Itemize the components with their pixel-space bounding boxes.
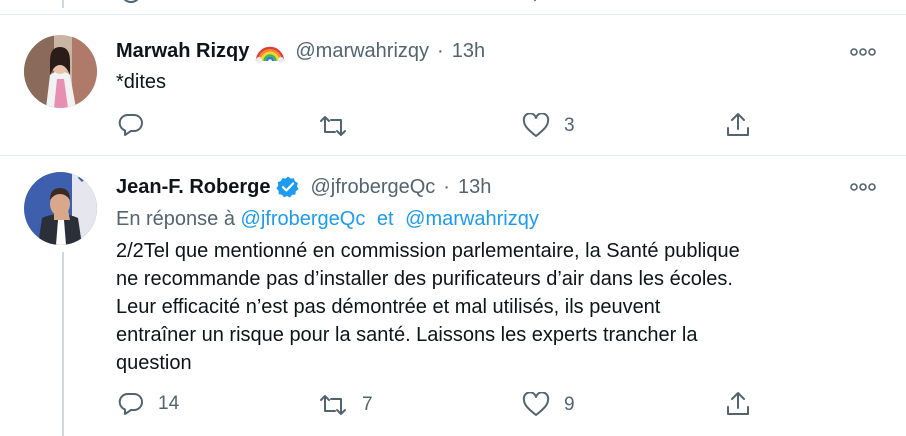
author-handle[interactable]: @jfrobergeQc: [310, 176, 435, 199]
more-options-icon[interactable]: [850, 180, 876, 194]
retweet-icon: [320, 395, 346, 415]
tweet-text-line: entraîner un risque pour la santé. Laiss…: [116, 324, 698, 346]
timestamp[interactable]: 13h: [452, 40, 485, 63]
author-handle[interactable]: @marwahrizqy: [295, 40, 429, 63]
tweet-text-line: 2/2Tel que mentionné en commission parle…: [116, 240, 740, 262]
avatar-photo: [24, 172, 97, 245]
like-button[interactable]: 9: [522, 392, 575, 418]
reply-connector: et: [376, 208, 394, 230]
share-icon[interactable]: [724, 0, 750, 8]
reply-button[interactable]: [118, 113, 158, 137]
reply-prefix: En réponse à: [116, 208, 235, 230]
retweet-count: 7: [362, 394, 373, 415]
share-button[interactable]: [724, 111, 752, 139]
retweet-button[interactable]: 7: [318, 393, 373, 417]
tweet-text: *dites: [116, 71, 167, 93]
verified-badge-icon: [276, 175, 300, 199]
share-button[interactable]: [724, 390, 752, 418]
avatar[interactable]: [24, 35, 97, 108]
thread-line: [62, 252, 64, 436]
tweet-text-line: Leur efficacité n’est pas démontrée et m…: [116, 296, 661, 318]
reply-context: En réponse à @jfrobergeQc et @marwahrizq…: [116, 208, 539, 231]
reply-icon: [118, 114, 143, 136]
retweet-icon[interactable]: [320, 0, 346, 8]
divider: [0, 14, 906, 15]
tweet-text: 2/2Tel que mentionné en commission parle…: [116, 237, 740, 377]
share-icon: [727, 392, 749, 415]
retweet-icon: [320, 116, 346, 136]
mention-link[interactable]: @marwahrizqy: [405, 208, 539, 230]
tweet-header: Jean-F. Roberge @jfrobergeQc · 13h: [116, 175, 491, 199]
thread-line: [62, 0, 64, 8]
reply-count: 14: [158, 393, 180, 414]
like-count: 9: [564, 394, 575, 415]
tweet-text-line: ne recommande pas d’installer des purifi…: [116, 268, 733, 290]
author-name[interactable]: Marwah Rizqy: [116, 40, 249, 63]
tweet-text-line: question: [116, 352, 192, 374]
like-count: 3: [564, 115, 575, 136]
separator: ·: [437, 40, 444, 62]
more-options-icon[interactable]: [850, 45, 876, 59]
tweet-header: Marwah Rizqy @marwahrizqy · 13h: [116, 40, 485, 63]
divider: [0, 155, 906, 156]
share-icon: [727, 113, 749, 136]
author-name[interactable]: Jean-F. Roberge: [116, 176, 270, 199]
heart-icon: [522, 392, 550, 416]
like-icon[interactable]: [522, 0, 548, 8]
heart-icon: [522, 113, 550, 137]
separator: ·: [443, 175, 450, 198]
avatar-photo: [24, 35, 97, 108]
reply-icon[interactable]: [118, 0, 144, 8]
rainbow-flag-icon: [255, 41, 285, 63]
reply-button[interactable]: 14: [118, 392, 179, 416]
reply-icon: [118, 393, 143, 415]
timestamp[interactable]: 13h: [458, 176, 491, 199]
mention-link[interactable]: @jfrobergeQc: [241, 208, 366, 230]
like-button[interactable]: 3: [522, 113, 575, 139]
avatar[interactable]: [24, 172, 97, 245]
retweet-button[interactable]: [318, 114, 362, 138]
